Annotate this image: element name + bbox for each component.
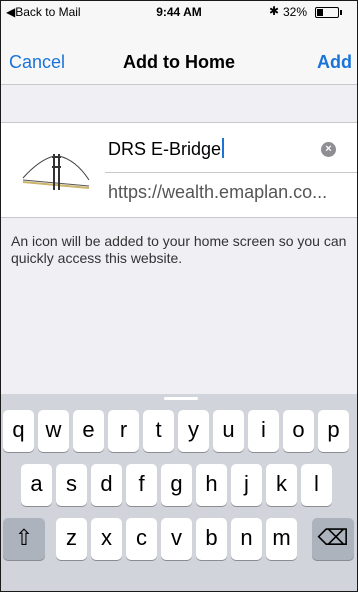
- nav-bar: Cancel Add to Home Add: [1, 21, 357, 85]
- key-m[interactable]: m: [266, 518, 297, 560]
- key-n[interactable]: n: [231, 518, 262, 560]
- key-i[interactable]: i: [248, 410, 279, 452]
- delete-key[interactable]: ⌫: [312, 518, 354, 560]
- key-g[interactable]: g: [161, 464, 192, 506]
- keyboard: ⇧ ⌫ qwertyuiop asdfghjkl zxcvbnm: [1, 394, 357, 591]
- bridge-icon: [22, 154, 90, 190]
- key-s[interactable]: s: [56, 464, 87, 506]
- key-w[interactable]: w: [38, 410, 69, 452]
- key-h[interactable]: h: [196, 464, 227, 506]
- key-q[interactable]: q: [3, 410, 34, 452]
- field-divider: [105, 172, 357, 173]
- battery-fill: [317, 9, 323, 16]
- key-d[interactable]: d: [91, 464, 122, 506]
- key-a[interactable]: a: [21, 464, 52, 506]
- delete-icon: ⌫: [317, 525, 349, 550]
- status-bar: ◀Back to Mail 9:44 AM ✱ 32%: [1, 1, 357, 21]
- key-b[interactable]: b: [196, 518, 227, 560]
- key-j[interactable]: j: [231, 464, 262, 506]
- url-field: https://wealth.emaplan.co...: [108, 182, 328, 202]
- keyboard-grabber: [164, 397, 198, 400]
- key-k[interactable]: k: [266, 464, 297, 506]
- key-x[interactable]: x: [91, 518, 122, 560]
- key-v[interactable]: v: [161, 518, 192, 560]
- shift-key[interactable]: ⇧: [3, 518, 45, 560]
- add-to-home-form: DRS E-Bridge × https://wealth.emaplan.co…: [1, 122, 357, 218]
- key-z[interactable]: z: [56, 518, 87, 560]
- section-spacer: [1, 85, 357, 122]
- key-e[interactable]: e: [73, 410, 104, 452]
- key-l[interactable]: l: [301, 464, 332, 506]
- home-name-value: DRS E-Bridge: [108, 139, 222, 159]
- key-f[interactable]: f: [126, 464, 157, 506]
- key-o[interactable]: o: [283, 410, 314, 452]
- info-note: An icon will be added to your home scree…: [11, 233, 347, 266]
- key-r[interactable]: r: [108, 410, 139, 452]
- shift-icon: ⇧: [14, 525, 34, 550]
- key-y[interactable]: y: [178, 410, 209, 452]
- page-title: Add to Home: [123, 52, 235, 72]
- key-u[interactable]: u: [213, 410, 244, 452]
- screen: ◀Back to Mail 9:44 AM ✱ 32% Cancel Add t…: [0, 0, 358, 592]
- home-name-field[interactable]: DRS E-Bridge: [108, 138, 225, 160]
- clear-text-icon[interactable]: ×: [321, 142, 336, 157]
- battery-nub: [340, 10, 342, 15]
- battery-percent: 32%: [283, 5, 308, 19]
- text-cursor: [222, 138, 225, 158]
- add-button[interactable]: Add: [317, 52, 352, 73]
- battery-icon: [315, 7, 342, 18]
- bluetooth-icon: ✱: [269, 4, 280, 18]
- key-p[interactable]: p: [318, 410, 349, 452]
- key-t[interactable]: t: [143, 410, 174, 452]
- key-c[interactable]: c: [126, 518, 157, 560]
